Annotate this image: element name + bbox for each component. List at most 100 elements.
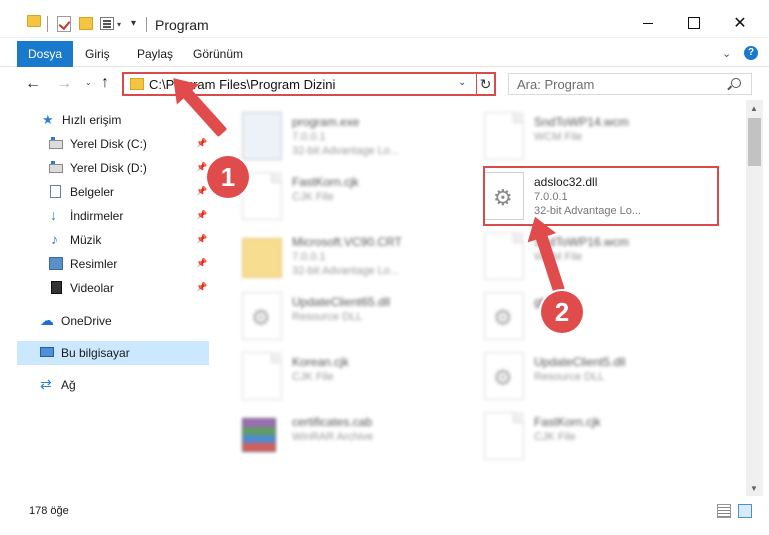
file-item[interactable]: UpdateClient65.dll Resource DLL: [242, 290, 486, 348]
star-icon: ★: [42, 112, 54, 127]
tab-view[interactable]: Görünüm: [193, 41, 243, 67]
properties-icon[interactable]: [100, 17, 114, 30]
archive-icon: [242, 418, 276, 452]
scroll-thumb[interactable]: [748, 118, 761, 166]
annotation-badge-1: 1: [207, 156, 249, 198]
file-item[interactable]: FastKorn.cjk CJK File: [242, 170, 486, 228]
file-item[interactable]: Microsoft.VC90.CRT 7.0.0.1 32-bit Advant…: [242, 230, 486, 288]
file-list: program.exe 7.0.0.1 32-bit Advantage Lo.…: [212, 100, 746, 494]
pin-icon[interactable]: 📌: [196, 186, 207, 197]
file-item[interactable]: Korean.cjk CJK File: [242, 350, 486, 408]
scroll-down-icon[interactable]: ▼: [750, 484, 758, 493]
file-item[interactable]: UpdateClient5.dll Resource DLL: [484, 350, 728, 408]
back-arrow-icon[interactable]: ←: [25, 75, 41, 93]
toolbar-separator: [47, 16, 48, 32]
download-icon: ↓: [50, 207, 57, 223]
annotation-badge-2: 2: [541, 291, 583, 333]
drive-icon: [49, 137, 63, 149]
file-item[interactable]: FastKorn.cjk CJK File: [484, 410, 728, 468]
forward-arrow-icon[interactable]: →: [56, 75, 72, 93]
expand-ribbon-icon[interactable]: ⌄: [722, 47, 731, 60]
details-view-icon[interactable]: [717, 504, 731, 518]
sidebar-item-music[interactable]: ♪ Müzik 📌: [0, 228, 212, 252]
refresh-icon[interactable]: ↻: [476, 74, 494, 94]
file-name: Korean.cjk: [292, 355, 349, 369]
recent-locations-icon[interactable]: ⌄: [85, 78, 92, 87]
exe-icon: [242, 112, 282, 160]
pin-icon[interactable]: 📌: [196, 282, 207, 293]
file-item[interactable]: gbg: [484, 290, 728, 348]
folder-icon: [130, 78, 144, 90]
vertical-scrollbar[interactable]: ▲ ▼: [746, 100, 763, 496]
sidebar-item-label: Yerel Disk (C:): [70, 137, 147, 151]
new-folder-icon[interactable]: [79, 17, 93, 30]
documents-icon: [50, 185, 61, 198]
sidebar-item-local-disk-c[interactable]: Yerel Disk (C:) 📌: [0, 132, 212, 156]
minimize-button[interactable]: [625, 8, 671, 38]
sidebar-item-label: OneDrive: [61, 314, 112, 328]
computer-icon: [40, 347, 54, 357]
sidebar-item-onedrive[interactable]: ☁ OneDrive: [0, 309, 212, 333]
up-arrow-icon[interactable]: ↑: [101, 74, 109, 92]
network-icon: ⇄: [40, 376, 52, 392]
sidebar-item-label: İndirmeler: [70, 209, 124, 223]
search-input[interactable]: Ara: Program: [508, 73, 752, 95]
address-dropdown-icon[interactable]: ⌄: [458, 77, 466, 88]
file-type: Resource DLL: [534, 371, 605, 383]
quick-access-dropdown-icon[interactable]: ▾: [117, 20, 121, 29]
drive-icon: [49, 161, 63, 173]
file-item[interactable]: certificates.cab WinRAR Archive: [242, 410, 486, 468]
file-name: UpdateClient65.dll: [292, 295, 391, 309]
sidebar-item-downloads[interactable]: ↓ İndirmeler 📌: [0, 204, 212, 228]
sidebar-item-label: Belgeler: [70, 185, 115, 199]
sidebar-item-label: Yerel Disk (D:): [70, 161, 147, 175]
customize-toolbar-icon[interactable]: ▾: [131, 18, 136, 29]
sidebar-item-videos[interactable]: Videolar 📌: [0, 276, 212, 300]
file-item[interactable]: SndToWP16.wcm WCM File: [484, 230, 728, 288]
file-icon: [484, 412, 524, 460]
file-name: certificates.cab: [292, 415, 373, 429]
maximize-button[interactable]: [671, 8, 717, 38]
file-item[interactable]: SndToWP14.wcm WCM File: [484, 110, 728, 168]
sidebar-item-network[interactable]: ⇄ Ağ: [0, 373, 212, 397]
close-button[interactable]: ✕: [717, 8, 763, 38]
file-name: FastKorn.cjk: [534, 415, 601, 429]
search-placeholder: Ara: Program: [517, 77, 595, 92]
tab-file[interactable]: Dosya: [17, 41, 73, 67]
file-icon: [242, 352, 282, 400]
pin-icon[interactable]: 📌: [196, 234, 207, 245]
help-icon[interactable]: ?: [744, 46, 758, 60]
pin-icon[interactable]: 📌: [196, 138, 207, 149]
file-icon: [484, 112, 524, 160]
large-icons-view-icon[interactable]: [738, 504, 752, 518]
file-item[interactable]: program.exe 7.0.0.1 32-bit Advantage Lo.…: [242, 110, 486, 168]
dll-gear-icon: [484, 352, 524, 400]
sidebar-item-local-disk-d[interactable]: Yerel Disk (D:) 📌: [0, 156, 212, 180]
pin-icon[interactable]: 📌: [196, 258, 207, 269]
folder-icon: [27, 15, 41, 27]
sidebar-item-this-pc[interactable]: Bu bilgisayar: [17, 341, 209, 365]
navigation-pane: ★ Hızlı erişim Yerel Disk (C:) 📌 Yerel D…: [0, 104, 212, 494]
sidebar-item-label: Ağ: [61, 378, 76, 392]
file-description: 32-bit Advantage Lo...: [292, 265, 400, 277]
file-name: UpdateClient5.dll: [534, 355, 626, 369]
sidebar-item-quick-access[interactable]: ★ Hızlı erişim: [0, 108, 212, 132]
sidebar-item-label: Videolar: [70, 281, 114, 295]
sidebar-item-pictures[interactable]: Resimler 📌: [0, 252, 212, 276]
properties-check-icon[interactable]: [57, 16, 71, 32]
file-type: CJK File: [534, 431, 576, 443]
videos-icon: [51, 281, 62, 294]
file-version: 7.0.0.1: [292, 131, 326, 143]
search-icon[interactable]: [731, 78, 741, 88]
file-type: WinRAR Archive: [292, 431, 374, 443]
sidebar-item-documents[interactable]: Belgeler 📌: [0, 180, 212, 204]
tab-home[interactable]: Giriş: [85, 41, 110, 67]
pin-icon[interactable]: 📌: [196, 210, 207, 221]
file-name: SndToWP14.wcm: [534, 115, 629, 129]
pin-icon[interactable]: 📌: [196, 162, 207, 173]
tab-share[interactable]: Paylaş: [137, 41, 173, 67]
file-type: Resource DLL: [292, 311, 363, 323]
scroll-up-icon[interactable]: ▲: [750, 104, 758, 113]
folder-icon: [242, 238, 282, 278]
dll-gear-icon: [242, 292, 282, 340]
